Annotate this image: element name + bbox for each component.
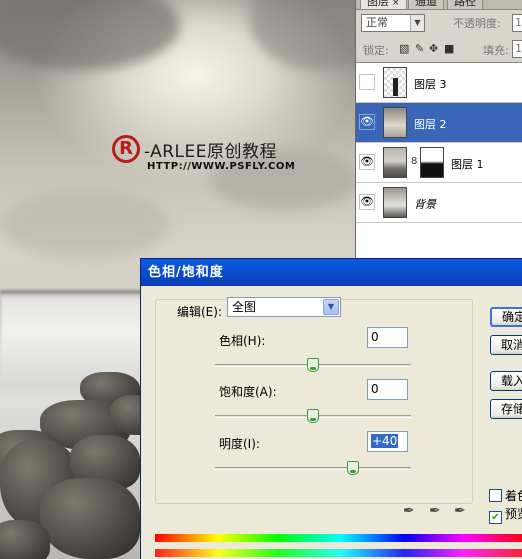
- close-icon[interactable]: ×: [392, 0, 400, 8]
- layer-row-2[interactable]: 👁 图层 2: [356, 103, 522, 143]
- input-color-bar: [155, 534, 522, 542]
- layer-thumbnail: [383, 187, 407, 218]
- preview-label: 预览: [505, 507, 522, 521]
- settings-group: [155, 299, 473, 504]
- lock-move-icon[interactable]: ✥: [429, 42, 438, 55]
- hue-saturation-dialog: 色相/饱和度 编辑(E): 全图 ▼ 色相(H): 0 饱和度(A): 0 明度…: [140, 258, 522, 559]
- preview-checkbox[interactable]: ✔预览: [489, 505, 522, 524]
- layer-row-background[interactable]: 👁 背景: [356, 183, 522, 223]
- lightness-label: 明度(I):: [219, 437, 260, 451]
- panel-tabbar: 图层 × 通道 路径: [356, 0, 522, 10]
- thumbnail-figure: [393, 78, 398, 96]
- link-chain-icon[interactable]: 8: [411, 156, 417, 167]
- ok-button[interactable]: 确定: [490, 307, 522, 327]
- rock: [40, 478, 140, 559]
- tab-paths[interactable]: 路径: [447, 0, 483, 10]
- fill-field[interactable]: 10: [512, 40, 522, 58]
- fill-label: 填充:: [483, 44, 509, 57]
- colorize-box[interactable]: [489, 489, 502, 502]
- cloud: [0, 190, 170, 260]
- edit-select-value: 全图: [232, 300, 257, 314]
- eye-icon[interactable]: 👁: [359, 194, 375, 210]
- lightness-slider-track[interactable]: [215, 467, 411, 470]
- layer-thumbnail: [383, 147, 407, 178]
- layer-name: 背景: [414, 198, 436, 211]
- layer-name: 图层 2: [414, 118, 447, 131]
- hue-field[interactable]: 0: [367, 327, 408, 348]
- opacity-label: 不透明度:: [453, 17, 501, 30]
- lock-label: 锁定:: [363, 44, 389, 57]
- tab-layers[interactable]: 图层 ×: [360, 0, 407, 10]
- layer-mask-thumbnail[interactable]: [420, 147, 444, 178]
- registered-logo: R: [112, 135, 140, 163]
- blend-row: 正常 ▼ 不透明度: 10: [359, 12, 522, 34]
- visibility-toggle[interactable]: [359, 74, 375, 90]
- lock-paint-icon[interactable]: ✎: [415, 42, 424, 55]
- layer-thumbnail: [383, 107, 407, 138]
- eyedropper-icon[interactable]: ✒: [403, 503, 415, 519]
- lock-all-icon[interactable]: ■: [444, 42, 454, 55]
- layers-panel: 图层× 通道 路径 正常 ▼ 不透明度: 10 锁定: ▧ ✎ ✥ ■ 填充: …: [355, 0, 522, 262]
- colorize-label: 着色: [505, 489, 522, 503]
- checkmark-icon[interactable]: ✔: [489, 511, 502, 524]
- watermark-url: HTTP://WWW.PSFLY.COM: [147, 161, 296, 172]
- load-button[interactable]: 载入...: [490, 371, 522, 391]
- lock-row: 锁定: ▧ ✎ ✥ ■ 填充: 10: [359, 38, 522, 60]
- hue-slider-knob[interactable]: [307, 358, 319, 372]
- output-color-bar: [155, 549, 522, 557]
- blend-mode-value: 正常: [366, 16, 388, 29]
- save-button[interactable]: 存储...: [490, 399, 522, 419]
- layer-name: 图层 3: [414, 78, 447, 91]
- dialog-title[interactable]: 色相/饱和度: [141, 259, 522, 286]
- hue-label: 色相(H):: [219, 334, 266, 348]
- opacity-field[interactable]: 10: [512, 14, 522, 32]
- eye-icon[interactable]: 👁: [359, 154, 375, 170]
- edit-label: 编辑(E):: [177, 305, 222, 319]
- blend-mode-select[interactable]: 正常 ▼: [361, 14, 425, 32]
- saturation-slider-knob[interactable]: [307, 409, 319, 423]
- watermark: R -ARLEE原创教程 HTTP://WWW.PSFLY.COM: [112, 135, 295, 172]
- cloud: [0, 0, 180, 70]
- chevron-down-icon: ▼: [323, 299, 339, 315]
- tab-channels[interactable]: 通道: [408, 0, 444, 10]
- edit-select[interactable]: 全图 ▼: [227, 297, 341, 317]
- watermark-brand: -ARLEE原创教程: [143, 141, 277, 162]
- rock: [0, 520, 50, 559]
- layer-thumbnail: [383, 67, 407, 98]
- lightness-slider-knob[interactable]: [347, 461, 359, 475]
- layer-row-1[interactable]: 👁 8 图层 1: [356, 143, 522, 183]
- eye-icon[interactable]: 👁: [359, 114, 375, 130]
- saturation-field[interactable]: 0: [367, 379, 408, 400]
- colorize-checkbox[interactable]: 着色: [489, 487, 522, 504]
- layer-row-3[interactable]: 图层 3: [356, 63, 522, 103]
- layer-name: 图层 1: [451, 158, 484, 171]
- saturation-label: 饱和度(A):: [219, 385, 277, 399]
- chevron-down-icon: ▼: [410, 15, 424, 31]
- lightness-field[interactable]: +40: [367, 431, 408, 452]
- eyedropper-minus-icon[interactable]: ✒: [454, 503, 466, 519]
- lock-transparency-icon[interactable]: ▧: [399, 42, 409, 55]
- cancel-button[interactable]: 取消: [490, 335, 522, 355]
- lightness-value: +40: [371, 434, 399, 448]
- layer-list: 图层 3 👁 图层 2 👁 8 图层 1 👁 背景: [356, 62, 522, 262]
- tab-layers-label: 图层: [367, 0, 389, 8]
- eyedropper-plus-icon[interactable]: ✒: [429, 503, 441, 519]
